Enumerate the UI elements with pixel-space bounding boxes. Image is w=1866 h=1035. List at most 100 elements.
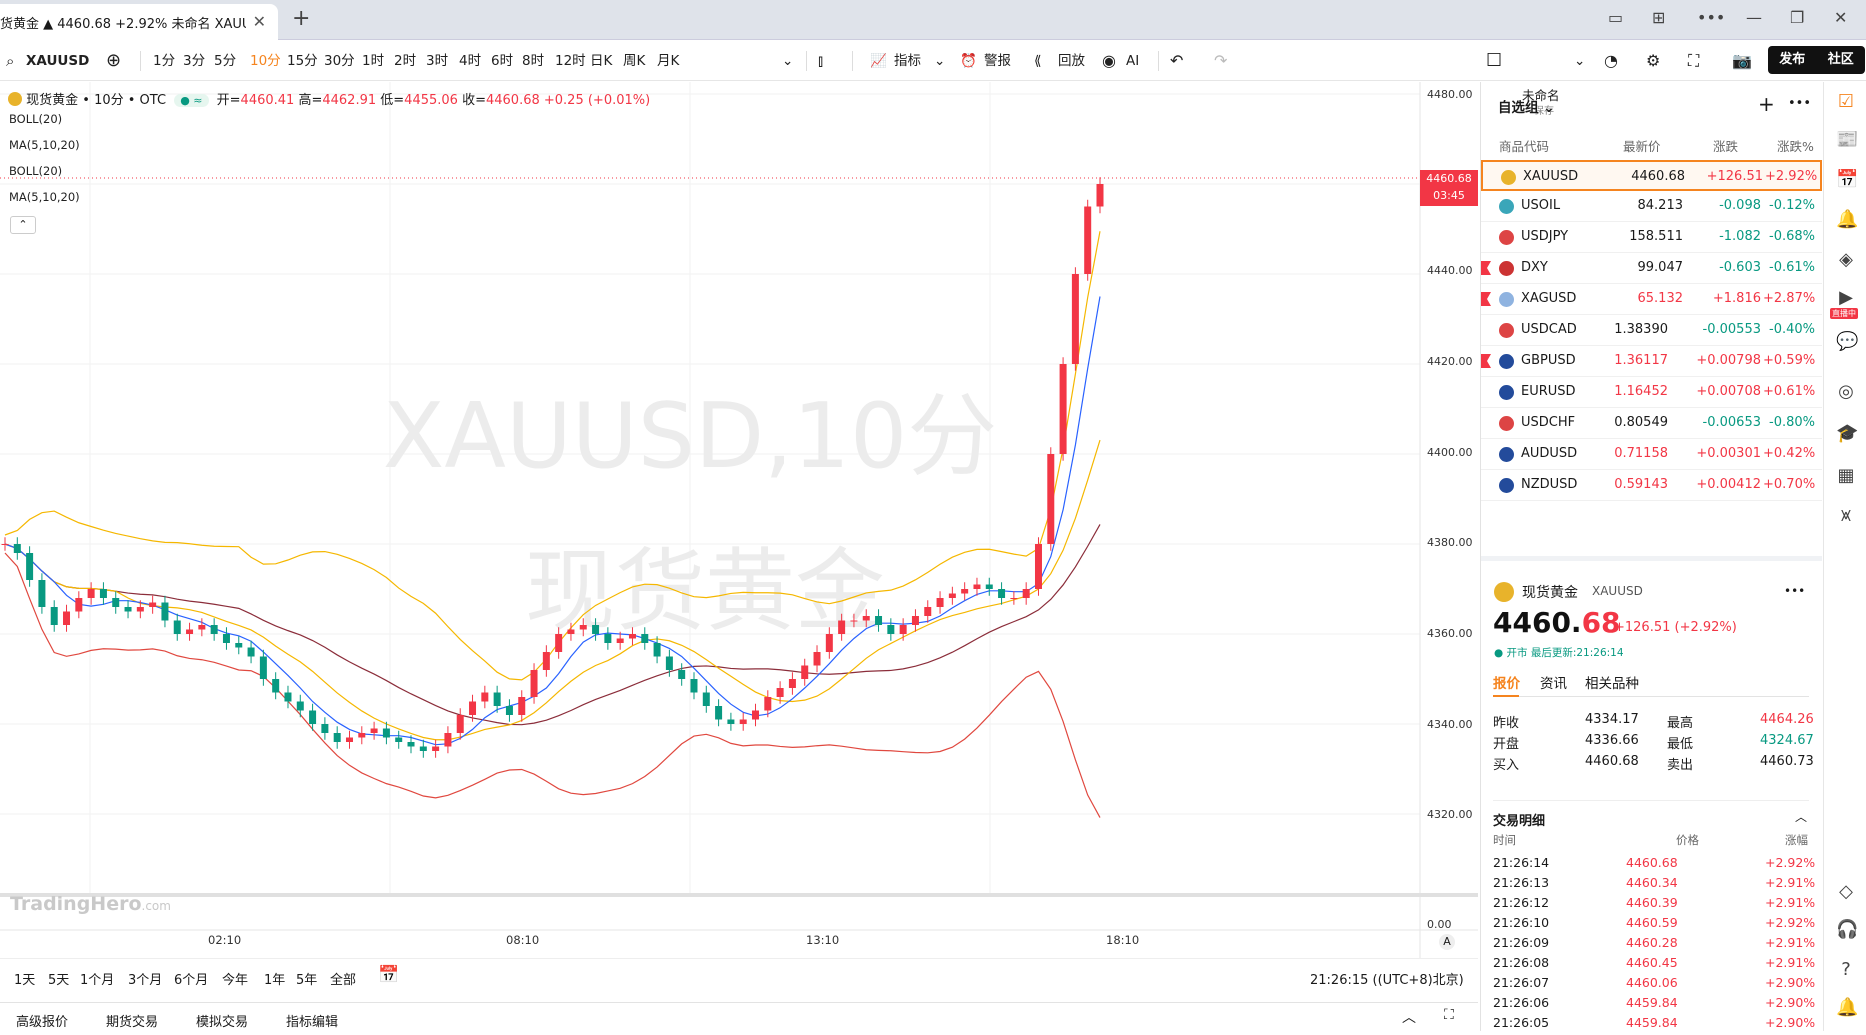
layers-icon[interactable]: ◈ [1836,250,1856,270]
ai-eye-icon[interactable]: ◉ [1102,41,1116,81]
range-button-1[interactable]: 5天 [48,969,69,988]
alert-button[interactable]: 警报 [984,41,1011,81]
range-button-4[interactable]: 6个月 [174,969,208,988]
auto-scale-button[interactable]: A [1439,934,1455,950]
chevron-up-icon[interactable]: ︿ [1795,808,1807,825]
detail-tab-0[interactable]: 报价 [1493,672,1520,692]
add-symbol-icon[interactable]: ⊕ [106,41,121,81]
clock-timezone[interactable]: 21:26:15 ((UTC+8)北京) [1310,969,1464,988]
watchlist-row[interactable]: XAGUSD 65.132 +1.816 +2.87% [1481,284,1822,315]
community-button[interactable]: 社区 [1817,46,1866,74]
range-button-7[interactable]: 5年 [296,969,317,988]
bottom-tab-2[interactable]: 模拟交易 [196,1011,248,1030]
watchlist-row[interactable]: DXY 99.047 -0.603 -0.61% [1481,253,1822,284]
education-icon[interactable]: 🎓 [1836,424,1858,444]
speedometer-icon[interactable]: ◔ [1604,41,1618,81]
interval-9[interactable]: 4时 [459,41,481,81]
settings-icon[interactable]: ⚙ [1646,41,1660,81]
interval-15[interactable]: 月K [657,41,679,81]
live-icon[interactable]: ▶ [1836,288,1856,308]
help-icon[interactable]: ? [1836,960,1856,980]
watchlist-row[interactable]: GBPUSD 1.36117 +0.00798 +0.59% [1481,346,1822,377]
interval-0[interactable]: 1分 [153,41,175,81]
redo-icon[interactable]: ↷ [1214,41,1227,81]
target-icon[interactable]: ◎ [1836,382,1856,402]
symbol-search[interactable]: XAUUSD [26,41,89,81]
watchlist-title[interactable]: 自选组 ⌄ [1498,96,1555,116]
table-icon[interactable]: ▦ [1836,466,1856,486]
indicators-button[interactable]: 指标 [894,41,921,81]
diamond-icon[interactable]: ◇ [1836,882,1856,902]
indicator-label[interactable]: MA(5,10,20) [9,190,80,204]
screenshot-window-icon[interactable]: ▭ [1608,8,1623,27]
range-button-5[interactable]: 今年 [222,969,248,988]
watchlist-row[interactable]: USDJPY 158.511 -1.082 -0.68% [1481,222,1822,253]
chevron-up-icon[interactable]: ︿ [1402,1007,1416,1027]
watchlist-row[interactable]: USDCHF 0.80549 -0.00653 -0.80% [1481,408,1822,439]
window-close-icon[interactable]: ✕ [1834,8,1847,27]
fullscreen-icon[interactable]: ⛶ [1688,41,1699,81]
candle-type-icon[interactable]: ⫾ [818,41,823,81]
more-icon[interactable]: ••• [1784,584,1805,598]
indicator-icon[interactable]: 📈 [870,41,887,81]
range-button-3[interactable]: 3个月 [128,969,162,988]
news-icon[interactable]: 📰 [1836,130,1858,150]
interval-5[interactable]: 30分 [324,41,355,81]
browser-tab[interactable]: 货黄金 ▲ 4460.68 +2.92% 未命名 XAUUSD ✕ [0,4,278,40]
col-change-pct[interactable]: 涨跌% [1777,136,1814,155]
bottom-tab-0[interactable]: 高级报价 [16,1011,68,1030]
undo-icon[interactable]: ↶ [1170,41,1183,81]
legend-symbol[interactable]: 现货黄金 • 10分 • OTC [26,93,166,108]
range-button-8[interactable]: 全部 [330,969,356,988]
search-icon[interactable]: ⌕ [6,41,14,81]
flag-marker-icon[interactable] [1481,261,1491,275]
range-button-2[interactable]: 1个月 [80,969,114,988]
notification-icon[interactable]: 🔔 [1836,998,1858,1018]
interval-12[interactable]: 12时 [555,41,586,81]
chevron-down-icon[interactable]: ⌄ [1574,41,1585,81]
interval-8[interactable]: 3时 [426,41,448,81]
flag-marker-icon[interactable] [1481,292,1491,306]
indicator-label[interactable]: BOLL(20) [9,112,62,126]
interval-1[interactable]: 3分 [183,41,205,81]
indicator-label[interactable]: BOLL(20) [9,164,62,178]
headset-icon[interactable]: 🎧 [1836,920,1858,940]
alert-bell-icon[interactable]: 🔔 [1836,210,1858,230]
interval-13[interactable]: 日K [590,41,612,81]
interval-14[interactable]: 周K [623,41,645,81]
chevron-down-icon[interactable]: ⌄ [782,41,793,81]
maximize-icon[interactable]: ⛶ [1444,1007,1454,1023]
interval-10[interactable]: 6时 [491,41,513,81]
range-button-6[interactable]: 1年 [264,969,285,988]
flag-marker-icon[interactable] [1481,354,1491,368]
close-icon[interactable]: ✕ [253,12,266,31]
chart-pattern-icon[interactable]: ⩙ [1836,506,1856,526]
col-symbol[interactable]: 商品代码 [1499,136,1549,155]
price-chart[interactable]: XAUUSD,10分 现货黄金 [0,82,1478,958]
watchlist-row[interactable]: EURUSD 1.16452 +0.00708 +0.61% [1481,377,1822,408]
watchlist-row[interactable]: AUDUSD 0.71158 +0.00301 +0.42% [1481,439,1822,470]
range-button-0[interactable]: 1天 [14,969,35,988]
detail-tab-1[interactable]: 资讯 [1540,672,1567,692]
interval-7[interactable]: 2时 [394,41,416,81]
calendar-icon[interactable]: 📅 [378,965,399,985]
interval-4[interactable]: 15分 [287,41,318,81]
col-change[interactable]: 涨跌 [1713,136,1738,155]
publish-button[interactable]: 发布 [1768,46,1817,74]
interval-3[interactable]: 10分 [250,41,281,81]
calendar-icon[interactable]: 📅 [1836,170,1858,190]
replay-icon[interactable]: ⟪ [1034,41,1042,81]
interval-11[interactable]: 8时 [522,41,544,81]
chevron-down-icon[interactable]: ⌄ [934,41,945,81]
bottom-tab-3[interactable]: 指标编辑 [286,1011,338,1030]
interval-6[interactable]: 1时 [362,41,384,81]
more-icon[interactable]: ••• [1697,8,1725,27]
layout-icon[interactable]: ⊞ [1652,8,1665,27]
detail-tab-2[interactable]: 相关品种 [1585,672,1639,692]
more-icon[interactable]: ••• [1788,96,1811,111]
collapse-legend-button[interactable]: ⌃ [10,216,36,234]
col-price[interactable]: 最新价 [1623,136,1661,155]
minimize-icon[interactable]: — [1746,8,1762,27]
watchlist-row[interactable]: USOIL 84.213 -0.098 -0.12% [1481,191,1822,222]
alarm-icon[interactable]: ⏰ [960,41,977,81]
